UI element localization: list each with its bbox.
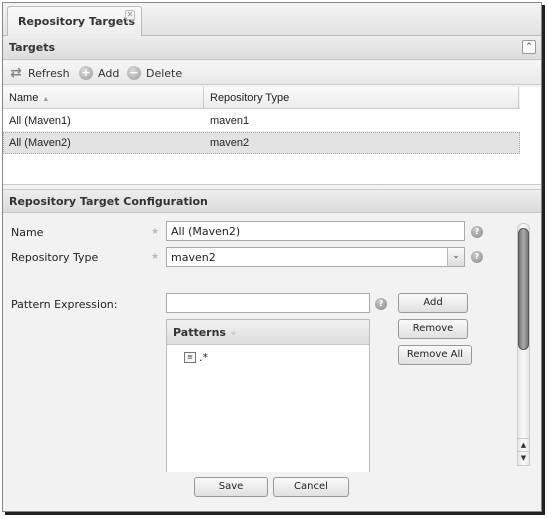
- repository-type-value: maven2: [171, 251, 216, 264]
- pattern-expression-input[interactable]: [166, 293, 370, 313]
- tab-strip: Repository Targets ✕: [3, 3, 541, 37]
- name-input[interactable]: All (Maven2): [166, 221, 465, 241]
- chevron-down-icon[interactable]: ⌄: [447, 248, 464, 266]
- scrollbar-thumb[interactable]: [518, 228, 529, 350]
- help-icon[interactable]: ?: [471, 226, 483, 238]
- targets-toolbar: ⇄ Refresh + Add − Delete: [3, 61, 541, 85]
- column-header-repository-type[interactable]: Repository Type: [204, 87, 519, 109]
- patterns-header: Patterns ★: [167, 320, 369, 345]
- table-row[interactable]: All (Maven1) maven1: [3, 110, 520, 132]
- sort-ascending-icon: ▲: [42, 96, 50, 103]
- targets-panel-header: Targets ⌃: [3, 36, 541, 60]
- grid-header: Name ▲ Repository Type: [3, 87, 520, 109]
- required-star-icon: ★: [229, 329, 237, 338]
- repository-type-label: Repository Type: [11, 251, 99, 264]
- remove-pattern-button[interactable]: Remove: [398, 319, 468, 339]
- pattern-item[interactable]: ≡ .*: [184, 351, 208, 364]
- tab-repository-targets[interactable]: Repository Targets ✕: [7, 6, 142, 37]
- config-panel-title: Repository Target Configuration: [9, 195, 208, 208]
- table-row-selected[interactable]: All (Maven2) maven2: [3, 132, 520, 154]
- refresh-button[interactable]: ⇄ Refresh: [9, 65, 70, 81]
- cell-type: maven2: [210, 137, 250, 149]
- remove-all-patterns-button[interactable]: Remove All: [398, 345, 472, 365]
- name-label: Name: [11, 226, 44, 239]
- tab-label: Repository Targets: [18, 15, 135, 28]
- cell-name: All (Maven2): [9, 137, 71, 149]
- add-pattern-button[interactable]: Add: [398, 293, 468, 313]
- collapse-icon[interactable]: ⌃: [522, 40, 536, 54]
- repository-type-select[interactable]: maven2 ⌄: [166, 247, 465, 267]
- close-icon[interactable]: ✕: [125, 10, 135, 20]
- list-item-icon: ≡: [184, 352, 196, 363]
- help-icon[interactable]: ?: [375, 298, 387, 310]
- pattern-text: .*: [199, 351, 208, 364]
- cell-type: maven1: [210, 115, 250, 127]
- patterns-list: Patterns ★ ≡ .*: [166, 319, 370, 472]
- repository-targets-window: Repository Targets ✕ Targets ⌃ ⇄ Refresh…: [2, 2, 542, 512]
- targets-grid: Name ▲ Repository Type All (Maven1) maven…: [3, 87, 541, 185]
- required-star-icon: ★: [151, 252, 160, 262]
- config-panel-header: Repository Target Configuration: [3, 189, 541, 213]
- vertical-scrollbar[interactable]: ▲ ▼: [517, 223, 530, 466]
- targets-panel-title: Targets: [9, 41, 56, 54]
- column-header-name[interactable]: Name ▲: [3, 87, 204, 109]
- scroll-up-arrow-icon[interactable]: ▲: [518, 438, 529, 451]
- required-star-icon: ★: [151, 227, 160, 237]
- scroll-down-arrow-icon[interactable]: ▼: [518, 451, 529, 464]
- add-label: Add: [98, 66, 120, 80]
- delete-label: Delete: [146, 66, 183, 80]
- minus-circle-icon: −: [127, 66, 141, 80]
- cancel-button[interactable]: Cancel: [273, 477, 349, 497]
- plus-circle-icon: +: [79, 66, 93, 80]
- cell-name: All (Maven1): [9, 115, 71, 127]
- refresh-label: Refresh: [28, 66, 70, 80]
- help-icon[interactable]: ?: [471, 251, 483, 263]
- pattern-expression-label: Pattern Expression:: [11, 298, 118, 311]
- refresh-icon: ⇄: [10, 65, 22, 81]
- save-button[interactable]: Save: [194, 477, 268, 497]
- delete-target-button[interactable]: − Delete: [127, 66, 182, 80]
- add-target-button[interactable]: + Add: [79, 66, 119, 80]
